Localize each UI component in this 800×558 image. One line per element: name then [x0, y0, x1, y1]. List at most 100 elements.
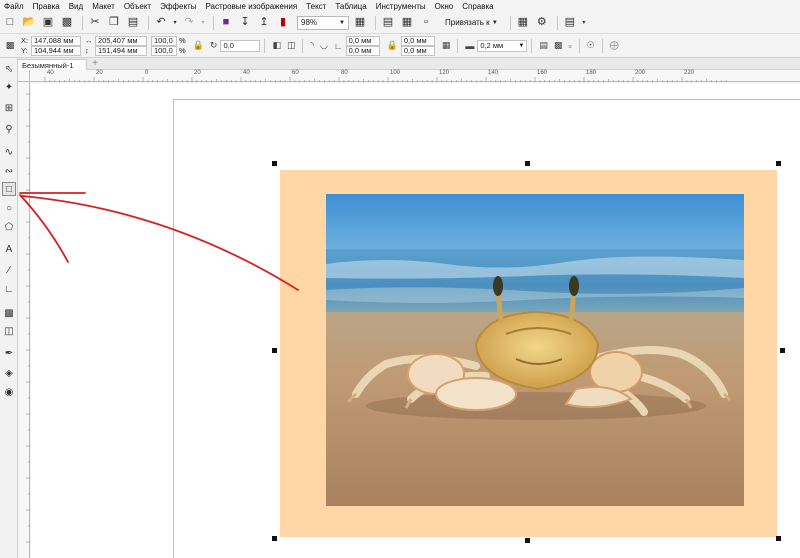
to-front-icon[interactable]: ▩ — [554, 40, 563, 51]
full-screen-icon[interactable]: ▦ — [352, 15, 368, 31]
drop-shadow-tool-icon[interactable]: ▩ — [2, 306, 16, 320]
crop-tool-icon[interactable]: ⊞ — [2, 101, 16, 115]
object-origin-icon[interactable]: ▩ — [2, 38, 18, 54]
lock-ratio-icon[interactable]: 🔒 — [193, 40, 204, 51]
x-position-input[interactable]: 147,088 мм — [31, 35, 81, 46]
corner-radius-top-right-input[interactable]: 0,0 мм — [400, 35, 435, 46]
welcome-screen-icon[interactable]: ▦ — [515, 15, 531, 31]
width-input[interactable]: 205,407 мм — [95, 35, 147, 46]
to-back-icon[interactable]: ▫ — [568, 41, 571, 51]
copy-icon[interactable]: ❐ — [106, 15, 122, 31]
vertical-ruler[interactable] — [18, 82, 30, 558]
resize-handle-bottom-center[interactable] — [525, 538, 530, 543]
polygon-tool-icon[interactable]: ⬠ — [2, 220, 16, 234]
rotation-angle-input[interactable]: 0,0 — [220, 39, 261, 52]
eyedropper-tool-icon[interactable]: ✒ — [2, 346, 16, 360]
ruler-origin-corner[interactable] — [18, 70, 30, 82]
scallop-corner-icon[interactable]: ◡ — [320, 40, 328, 51]
import-icon[interactable]: ↧ — [237, 15, 253, 31]
scale-fields: 100,0% 100,0% — [151, 35, 186, 56]
resize-handle-top-center[interactable] — [525, 161, 530, 166]
options-icon[interactable]: ⚙ — [534, 15, 550, 31]
save-icon[interactable]: ▣ — [40, 15, 56, 31]
chamfer-corner-icon[interactable]: ∟ — [334, 41, 343, 51]
corner-radius-bottom-right-input[interactable]: 0,0 мм — [400, 45, 435, 56]
open-folder-icon[interactable]: 📂 — [21, 15, 37, 31]
print-icon[interactable]: ▩ — [59, 15, 75, 31]
corel-launcher-icon[interactable]: ■ — [218, 15, 234, 31]
lock-corners-icon[interactable]: 🔒 — [387, 40, 398, 51]
horizontal-ruler[interactable]: 40 20 0 20 40 60 80 100 120 140 160 180 200 220 — [30, 70, 800, 82]
pick-tool-icon[interactable]: ⬁ — [2, 62, 16, 76]
toolbar-separator — [148, 15, 149, 30]
document-tab[interactable]: Безымянный-1 — [17, 59, 87, 70]
convert-to-curves-icon[interactable]: ☉ — [587, 40, 595, 51]
scale-height-input[interactable]: 100,0 — [151, 45, 177, 56]
application-launcher-icon[interactable]: ▤ — [562, 15, 578, 31]
zoom-tool-icon[interactable]: ⚲ — [2, 122, 16, 136]
mirror-vertical-icon[interactable]: ◫ — [287, 40, 296, 51]
connector-tool-icon[interactable]: ∟ — [2, 282, 16, 296]
y-position-input[interactable]: 104,944 мм — [31, 45, 81, 56]
grid-icon[interactable]: ▦ — [399, 15, 415, 31]
new-tab-icon[interactable]: + — [90, 59, 100, 69]
snap-to-button[interactable]: Привязать к ▼ — [441, 16, 502, 30]
dropdown-arrow-icon[interactable]: ▾ — [200, 15, 206, 31]
zoom-level-select[interactable]: 98% ▼ — [297, 15, 349, 30]
menu-text[interactable]: Текст — [306, 2, 326, 11]
menu-tools[interactable]: Инструменты — [376, 2, 426, 11]
menu-edit[interactable]: Правка — [33, 2, 60, 11]
corner-radius-top-left-input[interactable]: 0,0 мм — [345, 35, 380, 46]
menu-object[interactable]: Объект — [124, 2, 151, 11]
menu-bitmaps[interactable]: Растровые изображения — [205, 2, 297, 11]
guidelines-icon[interactable]: ▫ — [418, 15, 434, 31]
wrap-text-icon[interactable]: ▤ — [539, 40, 548, 51]
resize-handle-top-left[interactable] — [272, 161, 277, 166]
menu-help[interactable]: Справка — [462, 2, 493, 11]
undo-icon[interactable]: ↶ — [153, 15, 169, 31]
menu-window[interactable]: Окно — [435, 2, 454, 11]
cut-icon[interactable]: ✂ — [87, 15, 103, 31]
text-tool-icon[interactable]: A — [2, 242, 16, 256]
resize-handle-middle-right[interactable] — [780, 348, 785, 353]
export-icon[interactable]: ↥ — [256, 15, 272, 31]
rectangle-tool-icon[interactable]: □ — [2, 182, 16, 196]
relative-corner-scaling-icon[interactable]: ▦ — [442, 40, 451, 51]
round-corner-icon[interactable]: ◝ — [310, 40, 314, 51]
artistic-media-tool-icon[interactable]: ∾ — [2, 164, 16, 178]
corner-radius-bottom-left-input[interactable]: 0,0 мм — [345, 45, 380, 56]
new-document-icon[interactable]: □ — [2, 15, 18, 31]
redo-icon[interactable]: ↷ — [181, 15, 197, 31]
resize-handle-top-right[interactable] — [776, 161, 781, 166]
drawing-canvas[interactable] — [31, 83, 800, 558]
ruler-label: 60 — [292, 70, 299, 76]
scale-width-input[interactable]: 100,0 — [151, 35, 177, 46]
ruler-label: 40 — [47, 70, 54, 76]
parallel-dimension-tool-icon[interactable]: ∕ — [2, 263, 16, 277]
dropdown-arrow-icon[interactable]: ▾ — [172, 15, 178, 31]
paste-icon[interactable]: ▤ — [125, 15, 141, 31]
resize-handle-bottom-left[interactable] — [272, 536, 277, 541]
publish-pdf-icon[interactable]: ▮ — [275, 15, 291, 31]
crab-photo[interactable] — [326, 194, 744, 506]
outline-width-select[interactable]: 0,2 мм ▼ — [477, 39, 528, 52]
menu-effects[interactable]: Эффекты — [160, 2, 196, 11]
rotate-icon[interactable]: ↻ — [210, 40, 218, 51]
mirror-horizontal-icon[interactable]: ◧ — [272, 40, 281, 51]
menu-table[interactable]: Таблица — [335, 2, 366, 11]
smart-fill-tool-icon[interactable]: ◉ — [2, 385, 16, 399]
interactive-fill-tool-icon[interactable]: ◈ — [2, 366, 16, 380]
menu-layout[interactable]: Макет — [92, 2, 115, 11]
transparency-tool-icon[interactable]: ◫ — [2, 324, 16, 338]
menu-file[interactable]: Файл — [4, 2, 24, 11]
menu-view[interactable]: Вид — [69, 2, 83, 11]
freehand-tool-icon[interactable]: ∿ — [2, 145, 16, 159]
rulers-icon[interactable]: ▤ — [380, 15, 396, 31]
height-input[interactable]: 151,494 мм — [95, 45, 147, 56]
resize-handle-middle-left[interactable] — [272, 348, 277, 353]
shape-tool-icon[interactable]: ✦ — [2, 80, 16, 94]
ellipse-tool-icon[interactable]: ○ — [2, 201, 16, 215]
dropdown-arrow-icon[interactable]: ▾ — [581, 15, 587, 31]
resize-handle-bottom-right[interactable] — [776, 536, 781, 541]
add-preset-icon[interactable]: ⨁ — [610, 40, 619, 51]
